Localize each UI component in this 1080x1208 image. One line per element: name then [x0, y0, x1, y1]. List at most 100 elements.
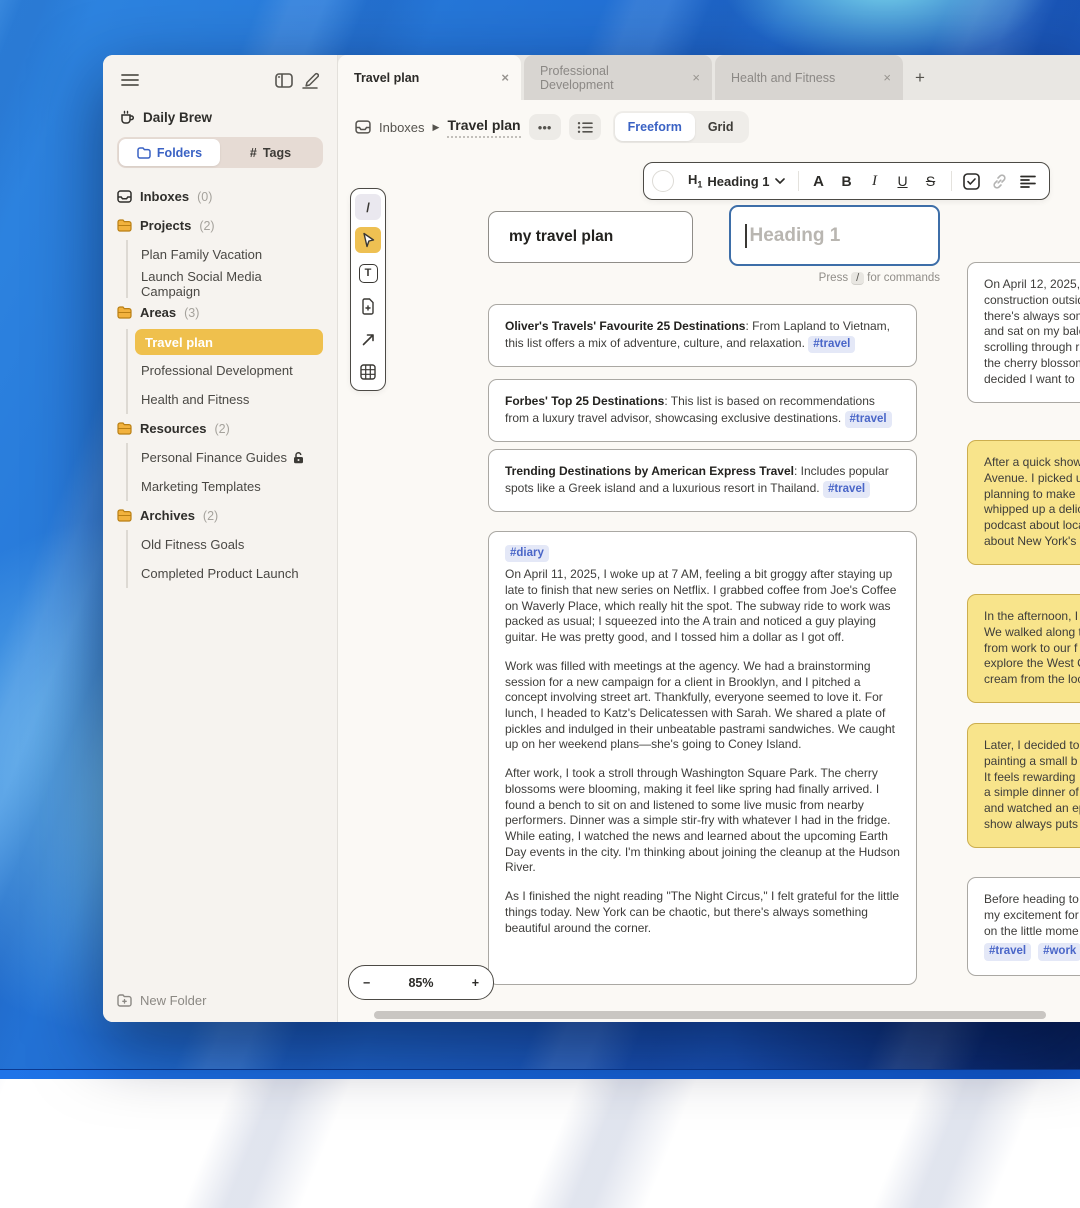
diary-paragraph: After work, I took a stroll through Wash…	[505, 766, 900, 876]
folders-tags-toggle: Folders # Tags	[117, 137, 323, 168]
compose-pencil-icon[interactable]	[297, 67, 323, 93]
right-sticky-card-2[interactable]: In the afternoon, I We walked along t fr…	[967, 594, 1080, 703]
sidebar-item-travel-plan[interactable]: Travel plan	[135, 329, 323, 355]
tab-close-icon[interactable]: ×	[692, 70, 700, 85]
toolbar-divider	[951, 171, 952, 191]
sidebar-item-marketing-templates[interactable]: Marketing Templates	[141, 472, 323, 501]
right-note-card-1[interactable]: On April 12, 2025, construction outsid t…	[967, 262, 1080, 403]
tab-travel-plan[interactable]: Travel plan ×	[338, 55, 521, 100]
right-sticky-card-3[interactable]: Later, I decided to painting a small b I…	[967, 723, 1080, 848]
sidebar-item-plan-family-vacation[interactable]: Plan Family Vacation	[141, 240, 323, 269]
breadcrumb-current[interactable]: Travel plan	[447, 117, 520, 138]
workspace-row[interactable]: Daily Brew	[119, 109, 321, 125]
destination-card-2[interactable]: Forbes' Top 25 Destinations: This list i…	[488, 379, 917, 442]
app-window: Daily Brew Folders # Tags Inboxes (0)	[103, 55, 1080, 1022]
view-mode-toggle: Freeform Grid	[613, 111, 749, 143]
tab-close-icon[interactable]: ×	[501, 70, 509, 85]
arrow-tool[interactable]	[355, 326, 381, 352]
new-folder-label: New Folder	[140, 993, 206, 1008]
text-style-label: Heading 1	[707, 174, 769, 189]
heading-placeholder: Heading 1	[750, 225, 841, 247]
workspace-name: Daily Brew	[143, 110, 212, 125]
strikethrough-button[interactable]: S	[918, 168, 944, 194]
sidebar-section-archives[interactable]: Archives (2)	[117, 501, 323, 530]
text-tool[interactable]: T	[355, 260, 381, 286]
more-options-button[interactable]: •••	[529, 114, 561, 140]
cursor-icon	[361, 232, 376, 248]
sidebar-item-completed-product-launch[interactable]: Completed Product Launch	[141, 559, 323, 588]
diary-tag[interactable]: #diary	[505, 545, 549, 562]
toggle-folders[interactable]: Folders	[119, 139, 220, 166]
sidebar-item-old-fitness-goals[interactable]: Old Fitness Goals	[141, 530, 323, 559]
travel-tag[interactable]: #travel	[823, 481, 870, 498]
bold-button[interactable]: B	[834, 168, 860, 194]
sidebar-item-personal-finance-guides[interactable]: Personal Finance Guides	[141, 443, 323, 472]
freeform-view-option[interactable]: Freeform	[615, 113, 695, 141]
sidebar-item-launch-social-media-campaign[interactable]: Launch Social Media Campaign	[141, 269, 323, 298]
grid-view-option[interactable]: Grid	[695, 113, 747, 141]
note-title-card[interactable]: my travel plan	[488, 211, 693, 263]
heading-input[interactable]: Heading 1	[729, 205, 940, 266]
folder-amber-icon	[117, 306, 132, 319]
sidebar-section-resources[interactable]: Resources (2)	[117, 414, 323, 443]
toggle-tags[interactable]: # Tags	[220, 139, 321, 166]
section-count: (3)	[184, 306, 199, 320]
sidebar-item-health-and-fitness[interactable]: Health and Fitness	[141, 385, 323, 414]
coffee-cup-icon	[119, 109, 135, 125]
underline-button[interactable]: U	[890, 168, 916, 194]
align-left-button[interactable]	[1015, 168, 1041, 194]
zoom-in-button[interactable]: +	[472, 976, 479, 990]
horizontal-scrollbar[interactable]	[374, 1011, 1046, 1019]
destination-card-3[interactable]: Trending Destinations by American Expres…	[488, 449, 917, 512]
list-view-button[interactable]	[569, 114, 601, 140]
inbox-icon	[355, 120, 371, 134]
text-caret	[745, 224, 747, 248]
travel-tag[interactable]: #travel	[984, 943, 1031, 960]
select-cursor-tool[interactable]	[355, 227, 381, 253]
toggle-folders-label: Folders	[157, 146, 202, 160]
new-folder-button[interactable]: New Folder	[117, 993, 206, 1008]
folder-outline-icon	[137, 147, 151, 159]
text-style-dropdown[interactable]: H1 Heading 1	[682, 172, 791, 190]
panel-toggle-icon[interactable]	[271, 67, 297, 93]
sidebar-section-inboxes[interactable]: Inboxes (0)	[117, 182, 323, 211]
folder-tree: Inboxes (0) Projects (2) Plan Family Vac…	[117, 182, 323, 588]
breadcrumb-root[interactable]: Inboxes	[379, 120, 425, 135]
destination-card-1[interactable]: Oliver's Travels' Favourite 25 Destinati…	[488, 304, 917, 367]
hamburger-menu-icon[interactable]	[117, 67, 143, 93]
travel-tag[interactable]: #travel	[808, 336, 855, 353]
canvas-area: Inboxes ▶ Travel plan ••• Freeform Grid …	[338, 100, 1080, 1022]
zoom-out-button[interactable]: −	[363, 976, 370, 990]
sidebar-section-projects[interactable]: Projects (2)	[117, 211, 323, 240]
projects-children: Plan Family Vacation Launch Social Media…	[126, 240, 323, 298]
toolbar-divider	[798, 171, 799, 191]
page-insert-tool[interactable]	[355, 293, 381, 319]
toggle-tags-label: Tags	[263, 146, 291, 160]
new-tab-button[interactable]: +	[903, 55, 937, 100]
tab-close-icon[interactable]: ×	[883, 70, 891, 85]
sidebar-item-professional-development[interactable]: Professional Development	[141, 356, 323, 385]
inbox-icon	[117, 190, 132, 203]
right-note-card-2[interactable]: Before heading to my excitement for on t…	[967, 877, 1080, 976]
tab-professional-development[interactable]: Professional Development ×	[524, 55, 712, 100]
section-count: (0)	[197, 190, 212, 204]
new-folder-icon	[117, 994, 132, 1007]
format-toolbar: H1 Heading 1 A B I U S	[643, 162, 1050, 200]
font-button[interactable]: A	[806, 168, 832, 194]
grid-table-tool[interactable]	[355, 359, 381, 385]
slash-keycap: /	[851, 272, 864, 285]
tab-health-and-fitness[interactable]: Health and Fitness ×	[715, 55, 903, 100]
diary-card[interactable]: #diary On April 11, 2025, I woke up at 7…	[488, 531, 917, 985]
link-button[interactable]	[987, 168, 1013, 194]
italic-button[interactable]: I	[862, 168, 888, 194]
sidebar-section-areas[interactable]: Areas (3)	[117, 298, 323, 327]
work-tag[interactable]: #work	[1038, 943, 1080, 960]
checkbox-button[interactable]	[959, 168, 985, 194]
chevron-right-icon: ▶	[433, 122, 440, 133]
sidebar: Daily Brew Folders # Tags Inboxes (0)	[103, 55, 338, 1022]
archives-children: Old Fitness Goals Completed Product Laun…	[126, 530, 323, 588]
slash-command-tool[interactable]: /	[355, 194, 381, 220]
right-sticky-card-1[interactable]: After a quick show Avenue. I picked u pl…	[967, 440, 1080, 565]
travel-tag[interactable]: #travel	[845, 411, 892, 428]
color-swatch[interactable]	[652, 170, 674, 192]
